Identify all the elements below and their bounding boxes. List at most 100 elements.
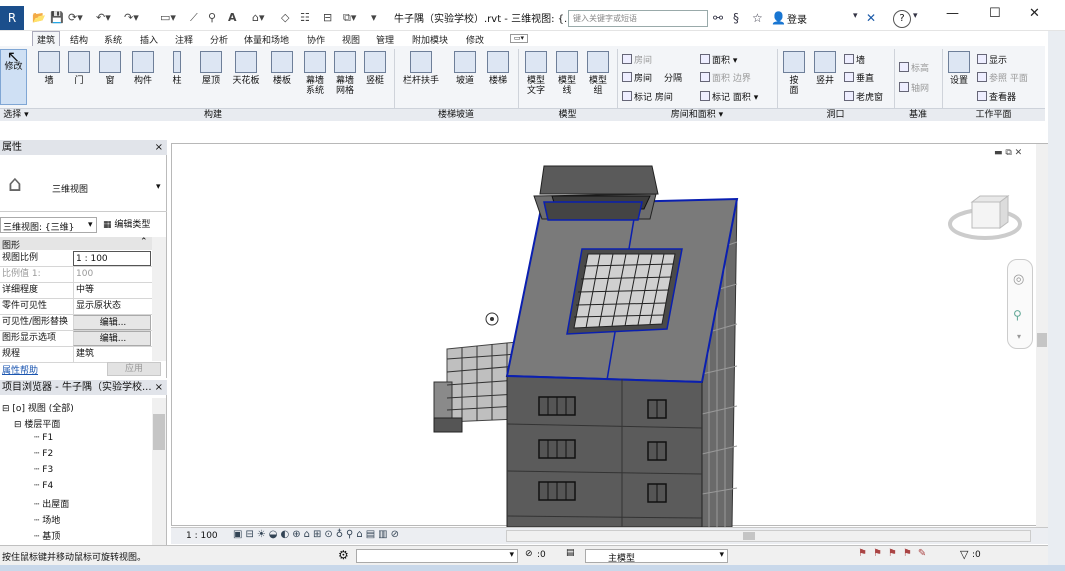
dormer-button[interactable]: 老虎窗 — [844, 90, 883, 103]
edit-type-button[interactable]: ▦ 编辑类型 — [103, 217, 150, 230]
tree-folder[interactable]: ⊟ 楼层平面 — [14, 417, 60, 430]
scroll-thumb[interactable] — [1037, 333, 1047, 347]
search-input[interactable]: 键入关键字或短语 — [568, 10, 708, 27]
properties-scrollbar[interactable] — [152, 237, 166, 361]
tab-massing-site[interactable]: 体量和场地 — [244, 33, 289, 46]
detail-level-value[interactable]: 中等 — [73, 283, 151, 298]
roof-button[interactable]: 屋顶 — [196, 51, 226, 86]
stair-button[interactable]: 楼梯 — [484, 51, 512, 86]
viewer-button[interactable]: 查看器 — [977, 90, 1016, 103]
modify-button[interactable]: ↖ 修改 — [0, 49, 27, 105]
close-icon[interactable]: × — [155, 140, 163, 155]
list-item[interactable]: ┄ 出屋面 — [34, 497, 69, 510]
curtain-system-button[interactable]: 幕墙系统 — [301, 51, 329, 96]
chevron-down-icon[interactable]: ▾ — [88, 220, 93, 230]
close-hidden-icon[interactable]: ⊟ — [323, 11, 332, 25]
close-icon[interactable]: × — [152, 380, 163, 395]
design-option-select[interactable]: 主模型 ▾ — [585, 549, 728, 564]
tab-insert[interactable]: 插入 — [140, 33, 158, 46]
chevron-down-icon[interactable]: ▾ — [1017, 332, 1021, 341]
minimize-button[interactable]: — — [946, 6, 959, 21]
view-vscrollbar[interactable] — [1036, 144, 1048, 527]
component-button[interactable]: 构件 — [129, 51, 157, 86]
discipline-value[interactable]: 建筑 — [73, 347, 151, 362]
list-item[interactable]: ┄ 场地 — [34, 513, 60, 526]
tag-area-button[interactable]: 标记 面积 ▾ — [700, 90, 758, 103]
worksets-icon[interactable]: ⚙ — [338, 548, 349, 562]
vg-edit-button[interactable]: 编辑... — [73, 315, 151, 330]
editable-icon[interactable]: ⊘ — [525, 549, 533, 559]
chevron-down-icon[interactable]: ▾ — [719, 550, 724, 560]
scroll-thumb[interactable] — [743, 532, 755, 540]
group-room-area[interactable]: 房间和面积 ▾ — [617, 108, 777, 121]
login-button[interactable]: 登录 — [787, 11, 807, 26]
print-icon[interactable]: ▭▾ — [160, 11, 176, 25]
help-dropdown-icon[interactable]: ▾ — [913, 11, 918, 21]
section-icon[interactable]: ◇ — [281, 11, 289, 25]
close-button[interactable]: ✕ — [1029, 6, 1040, 21]
view-hscrollbar[interactable] — [506, 530, 1031, 542]
shaft-button[interactable]: 竖井 — [811, 51, 839, 86]
mullion-button[interactable]: 竖梃 — [362, 51, 388, 86]
chevron-down-icon[interactable]: ▾ — [509, 550, 514, 560]
by-face-button[interactable]: 按面 — [780, 51, 808, 96]
collapse-icon[interactable]: ⌃ — [140, 237, 148, 247]
chevron-down-icon[interactable]: ▾ — [156, 182, 161, 192]
collapse-icon[interactable]: ⊟ — [14, 420, 22, 430]
group-select[interactable]: 选择 ▾ — [0, 108, 32, 121]
area-button[interactable]: 面积 ▾ — [700, 53, 737, 66]
list-item[interactable]: ┄ 基顶 — [34, 529, 60, 542]
room-button[interactable]: 房间 — [622, 71, 652, 84]
graphic-display-edit-button[interactable]: 编辑... — [73, 331, 151, 346]
view-control-icons[interactable]: ▣⊟☀◒◐⊕⌂⊞⊙♁⚲⌂▤▥⊘ — [233, 529, 402, 540]
subscription-icon[interactable]: § — [733, 11, 739, 25]
view-scale-input[interactable]: 1 : 100 — [73, 251, 151, 266]
measure-icon[interactable]: ⟋ — [190, 11, 198, 25]
redo-icon[interactable]: ↷▾ — [124, 11, 139, 25]
list-item[interactable]: ┄ F1 — [34, 433, 53, 443]
floor-button[interactable]: 楼板 — [268, 51, 296, 86]
customize-qat-icon[interactable]: ▾ — [371, 11, 377, 25]
section-graphics[interactable]: 图形 ⌃ — [0, 237, 152, 251]
browser-scrollbar[interactable] — [152, 398, 166, 545]
thin-lines-icon[interactable]: ☷ — [300, 11, 310, 25]
vertical-opening-button[interactable]: 垂直 — [844, 71, 874, 84]
wall-opening-button[interactable]: 墙 — [844, 53, 865, 66]
window-button[interactable]: 窗 — [97, 51, 123, 86]
tab-annotate[interactable]: 注释 — [175, 33, 193, 46]
tab-analyze[interactable]: 分析 — [210, 33, 228, 46]
binoculars-icon[interactable]: ⚯ — [713, 11, 723, 25]
properties-help-link[interactable]: 属性帮助 — [2, 363, 38, 376]
column-button[interactable]: 柱 — [164, 51, 190, 86]
app-menu-button[interactable]: R — [0, 6, 24, 30]
tab-systems[interactable]: 系统 — [104, 33, 122, 46]
tab-collaborate[interactable]: 协作 — [307, 33, 325, 46]
tab-add-ins[interactable]: 附加模块 — [412, 33, 448, 46]
switch-windows-icon[interactable]: ⧉▾ — [343, 11, 356, 25]
set-workplane-button[interactable]: 设置 — [946, 51, 972, 86]
curtain-grid-button[interactable]: 幕墙网格 — [331, 51, 359, 96]
ceiling-button[interactable]: 天花板 — [230, 51, 262, 86]
list-item[interactable]: ┄ F4 — [34, 481, 53, 491]
undo-icon[interactable]: ↶▾ — [96, 11, 111, 25]
sync-icon[interactable]: ⟳▾ — [68, 11, 83, 25]
tab-architecture[interactable]: 建筑 — [32, 31, 61, 47]
view-scale[interactable]: 1 : 100 — [186, 531, 218, 541]
tab-modify[interactable]: 修改 — [466, 33, 484, 46]
door-button[interactable]: 门 — [66, 51, 92, 86]
star-icon[interactable]: ☆ — [752, 11, 763, 25]
show-workplane-button[interactable]: 显示 — [977, 53, 1007, 66]
3d-view-icon[interactable]: ⌂▾ — [252, 11, 265, 25]
list-item[interactable]: ┄ F2 — [34, 449, 53, 459]
exchange-icon[interactable]: ✕ — [866, 11, 876, 25]
type-selector[interactable]: ⌂ 三维视图 ▾ — [0, 156, 167, 212]
dimension-icon[interactable]: ⚲ — [208, 11, 216, 25]
model-text-button[interactable]: 模型文字 — [522, 51, 550, 96]
ramp-button[interactable]: 坡道 — [451, 51, 479, 86]
collapse-icon[interactable]: ⊟ — [2, 404, 10, 414]
text-icon[interactable]: A — [228, 11, 237, 25]
login-dropdown-icon[interactable]: ▾ — [853, 11, 858, 21]
parts-visibility-value[interactable]: 显示原状态 — [73, 299, 151, 314]
steering-wheel-icon[interactable]: ◎ — [1013, 272, 1024, 287]
open-icon[interactable]: 📂 — [32, 11, 46, 25]
